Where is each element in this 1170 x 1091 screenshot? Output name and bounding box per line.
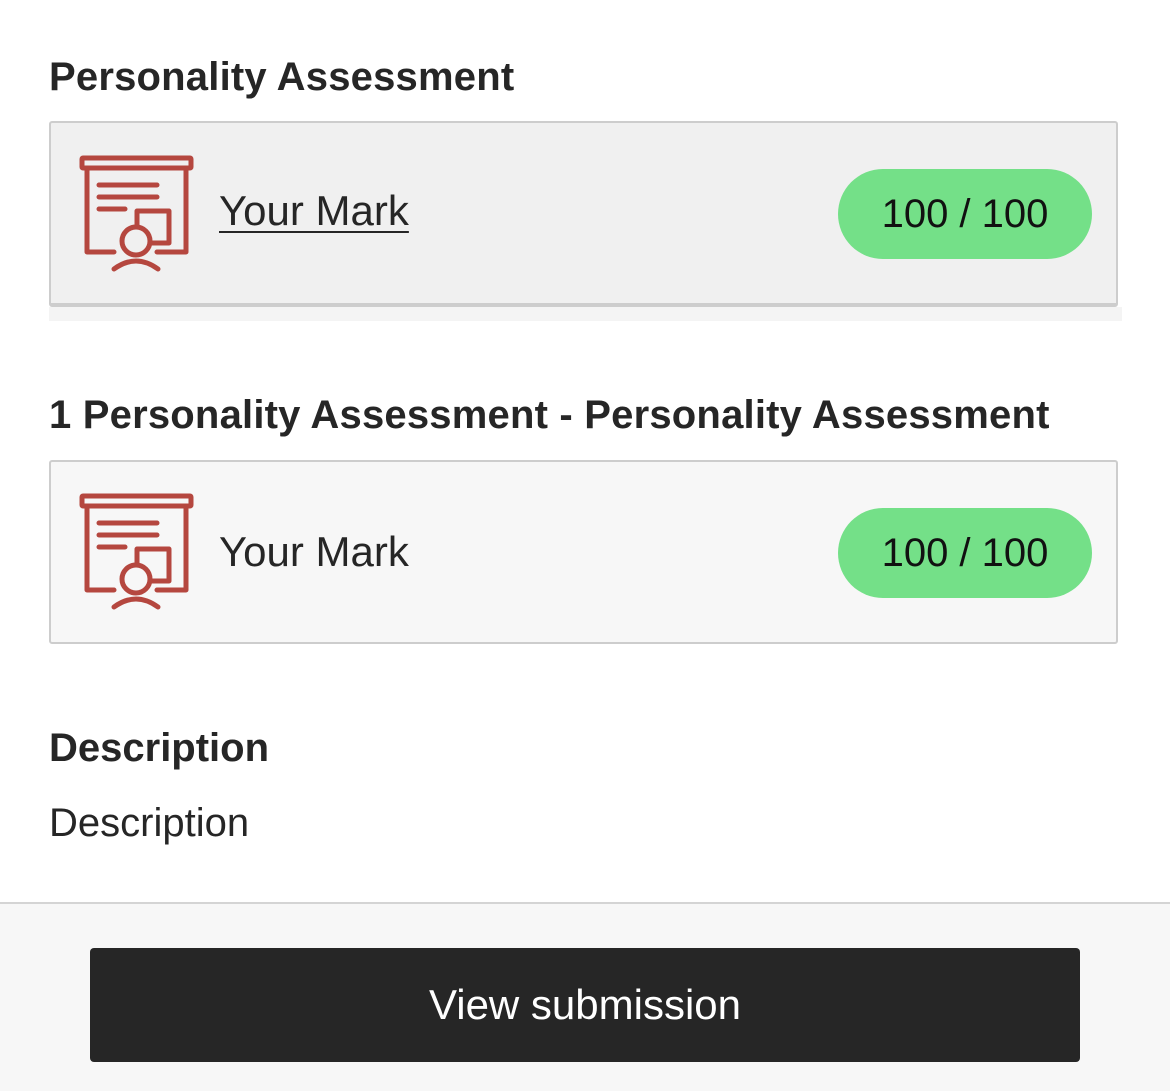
score-badge: 100 / 100 bbox=[838, 169, 1092, 259]
mark-card-personality-assessment[interactable]: Your Mark 100 / 100 bbox=[49, 121, 1118, 307]
description-text: Description bbox=[49, 801, 250, 845]
page: Personality Assessment Your Mark 100 / 1… bbox=[0, 0, 1170, 1091]
footer-bar: View submission bbox=[0, 902, 1170, 1091]
presentation-board-icon bbox=[79, 493, 194, 610]
score-badge: 100 / 100 bbox=[838, 508, 1092, 598]
card-shadow bbox=[49, 307, 1122, 321]
presentation-board-icon bbox=[79, 155, 194, 272]
mark-card-attempt: Your Mark 100 / 100 bbox=[49, 460, 1118, 644]
section-title-attempt: 1 Personality Assessment - Personality A… bbox=[49, 393, 1050, 437]
section-title-personality-assessment: Personality Assessment bbox=[49, 55, 515, 99]
description-heading: Description bbox=[49, 726, 270, 770]
your-mark-link[interactable]: Your Mark bbox=[219, 187, 409, 235]
your-mark-label: Your Mark bbox=[219, 528, 409, 575]
view-submission-button[interactable]: View submission bbox=[90, 948, 1080, 1062]
